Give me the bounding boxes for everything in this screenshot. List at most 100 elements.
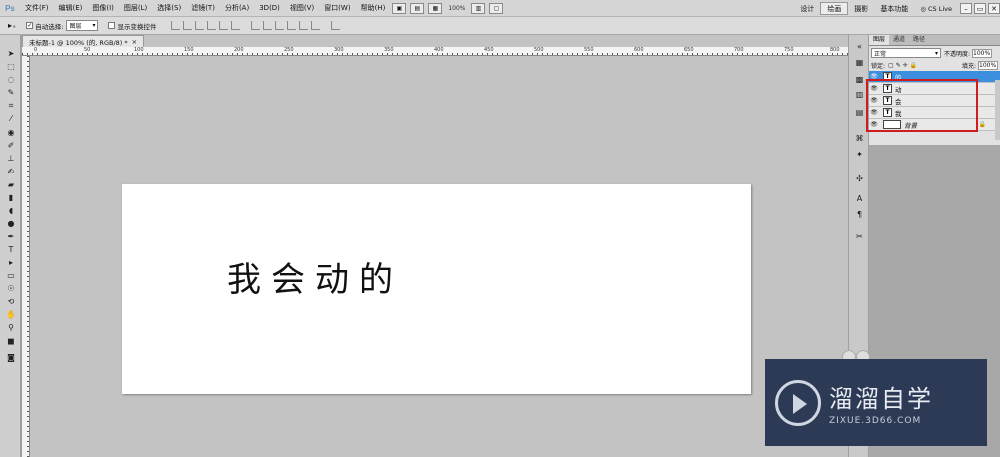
tab-layers[interactable]: 图层 [869,35,890,45]
zoom-level[interactable]: 100% [448,5,465,12]
history-brush-tool-icon[interactable]: ✍ [5,167,17,177]
auto-select-checkbox[interactable]: ✓ [26,22,34,29]
vertical-ruler[interactable] [22,56,30,457]
gradient-tool-icon[interactable]: ▮ [5,193,17,203]
align-right-icon[interactable] [230,21,240,30]
brushes-panel-icon[interactable]: ✦ [854,149,865,160]
history-panel-icon[interactable]: ⌘ [854,133,865,144]
menu-filter[interactable]: 滤镜(T) [186,3,220,13]
menu-select[interactable]: 选择(S) [152,3,186,13]
distribute-top-icon[interactable] [250,21,260,30]
type-tool-icon[interactable]: T [5,245,17,255]
distribute-left-icon[interactable] [286,21,296,30]
blend-mode-dropdown[interactable]: 正常 ▾ [871,48,941,58]
canvas-text[interactable]: 我会动的 [227,252,403,301]
play-logo-icon [775,379,821,426]
eyedropper-tool-icon[interactable]: ⁄ [5,114,17,124]
brush-tool-icon[interactable]: ✐ [5,141,17,151]
fill-input[interactable]: 100% [978,61,998,70]
show-transform-checkbox[interactable] [108,22,116,29]
paragraph-panel-icon[interactable]: ¶ [854,209,865,220]
3d-rotate-tool-icon[interactable]: ☉ [5,284,17,294]
mini-bridge-icon[interactable]: ▤ [410,2,425,14]
distribute-right-icon[interactable] [310,21,320,30]
eraser-tool-icon[interactable]: ▰ [5,180,17,190]
menu-file[interactable]: 文件(F) [20,3,54,13]
collapse-panels-icon[interactable]: « [854,41,865,52]
quick-mask-icon[interactable]: ◙ [5,353,17,363]
healing-brush-tool-icon[interactable]: ◉ [5,128,17,138]
bridge-icon[interactable]: ▣ [392,2,407,14]
horizontal-ruler[interactable]: 0 50 100 150 200 250 300 350 400 450 500… [22,47,848,56]
distribute-bottom-icon[interactable] [274,21,284,30]
hand-tool-icon[interactable]: ✋ [5,310,17,320]
marquee-tool-icon[interactable]: ⬚ [5,62,17,72]
dodge-tool-icon[interactable]: ● [5,219,17,229]
swatches-panel-icon[interactable]: ▩ [854,74,865,85]
align-vcenter-icon[interactable] [182,21,192,30]
distribute-hcenter-icon[interactable] [298,21,308,30]
menu-help[interactable]: 帮助(H) [356,3,391,13]
move-tool-icon[interactable]: ➤ [5,49,17,59]
document-tab-title: 未标题-1 @ 100% (的, RGB/8) * [29,38,128,47]
align-left-icon[interactable] [206,21,216,30]
menu-view[interactable]: 视图(V) [285,3,319,13]
align-hcenter-icon[interactable] [218,21,228,30]
canvas[interactable]: 我会动的 [122,184,751,394]
workspace-design[interactable]: 设计 [794,4,820,14]
opacity-input[interactable]: 100% [972,48,993,58]
menu-analysis[interactable]: 分析(A) [220,3,254,13]
lock-position-icon[interactable]: ✛ [903,62,908,69]
blur-tool-icon[interactable]: ◖ [5,206,17,216]
clone-stamp-tool-icon[interactable]: ⊥ [5,154,17,164]
menu-layer[interactable]: 图层(L) [119,3,152,13]
document-tab[interactable]: 未标题-1 @ 100% (的, RGB/8) * × [22,35,145,47]
color-panel-icon[interactable]: ▦ [854,57,865,68]
auto-select-dropdown[interactable]: 图层 ▾ [66,20,99,31]
color-swatches-icon[interactable]: ◼ [5,337,17,347]
arrange-documents-icon[interactable]: ▥ [471,2,486,14]
distribute-vcenter-icon[interactable] [262,21,272,30]
menu-window[interactable]: 窗口(W) [319,3,355,13]
lock-transparent-icon[interactable]: ▢ [888,62,894,69]
tool-presets-icon[interactable]: ✂ [854,231,865,242]
tab-paths[interactable]: 路径 [909,35,929,45]
character-panel-icon[interactable]: A [854,193,865,204]
blend-mode-value: 正常 [874,50,887,58]
3d-orbit-tool-icon[interactable]: ⟲ [5,297,17,307]
tab-channels[interactable]: 通道 [889,35,909,45]
adjustments-panel-icon[interactable]: ▤ [854,107,865,118]
lock-all-icon[interactable]: 🔒 [910,62,917,69]
lock-pixels-icon[interactable]: ✎ [896,62,901,69]
rectangle-tool-icon[interactable]: ▭ [5,271,17,281]
move-tool-preset-icon[interactable]: ▸₊ [8,21,16,30]
crop-tool-icon[interactable]: ⌗ [5,101,17,111]
menu-image[interactable]: 图像(I) [87,3,119,13]
workspace-essentials[interactable]: 基本功能 [874,4,914,14]
align-top-icon[interactable] [170,21,180,30]
workspace-photography[interactable]: 摄影 [848,4,874,14]
menu-3d[interactable]: 3D(D) [254,4,285,12]
cs-live-button[interactable]: ◎ CS Live [914,5,958,13]
fill-label: 填充: [961,63,976,70]
view-extras-icon[interactable]: ▦ [428,2,443,14]
menu-edit[interactable]: 编辑(E) [54,3,88,13]
zoom-tool-icon[interactable]: ⚲ [5,323,17,333]
clone-source-icon[interactable]: ✣ [854,173,865,184]
screen-mode-icon[interactable]: ▢ [489,2,504,14]
pen-tool-icon[interactable]: ✒ [5,232,17,242]
auto-align-icon[interactable] [330,21,340,30]
path-select-tool-icon[interactable]: ▸ [5,258,17,268]
ruler-label: 300 [334,47,344,53]
panel-scrollbar[interactable] [995,80,1000,140]
close-icon[interactable]: ✕ [988,3,1000,14]
quick-select-tool-icon[interactable]: ✎ [5,88,17,98]
align-bottom-icon[interactable] [194,21,204,30]
lasso-tool-icon[interactable]: ◌ [5,75,17,85]
close-tab-icon[interactable]: × [132,38,137,46]
restore-icon[interactable]: ▭ [974,3,986,14]
workspace-painting[interactable]: 绘画 [820,2,849,15]
watermark: 溜溜自学 ZIXUE.3D66.COM [765,359,987,446]
styles-panel-icon[interactable]: ▥ [854,89,865,100]
minimize-icon[interactable]: – [960,3,972,14]
